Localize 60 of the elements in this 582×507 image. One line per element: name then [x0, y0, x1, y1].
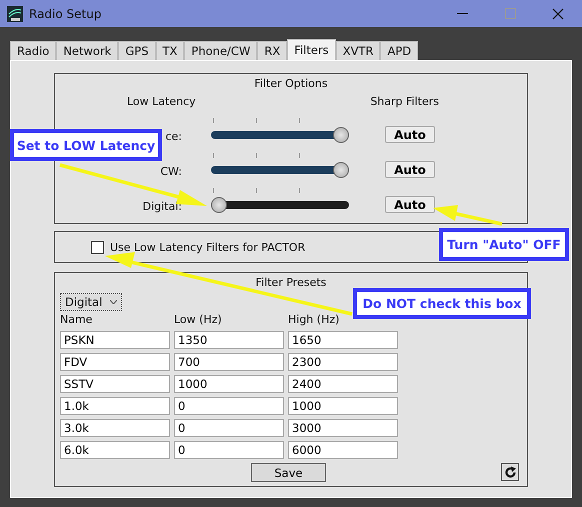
input-field[interactable]: PSKN	[60, 331, 170, 349]
input-field[interactable]: 0	[174, 397, 284, 415]
slider-label: CW:	[159, 165, 182, 178]
input-field[interactable]: 3.0k	[60, 419, 170, 437]
latency-slider[interactable]	[211, 127, 349, 143]
window-title: Radio Setup	[29, 6, 102, 20]
tab[interactable]: Network	[56, 41, 118, 60]
checkbox[interactable]	[91, 240, 104, 254]
latency-slider[interactable]	[211, 162, 349, 178]
refresh-icon[interactable]	[501, 463, 519, 481]
input-field[interactable]: 2300	[288, 353, 398, 371]
input-field[interactable]: 6000	[288, 441, 398, 459]
column-heading: Low (Hz)	[174, 313, 223, 327]
column-heading: Low Latency	[127, 95, 196, 108]
input-field[interactable]: 1.0k	[60, 397, 170, 415]
latency-slider[interactable]	[211, 197, 349, 213]
input-field[interactable]: 6.0k	[60, 441, 170, 459]
callout: Set to LOW Latency	[10, 129, 162, 161]
slider-thumb[interactable]	[211, 197, 227, 213]
arrow	[433, 205, 502, 226]
close-icon[interactable]	[552, 8, 564, 20]
input-field[interactable]: 1000	[174, 375, 284, 393]
auto-button[interactable]: Auto	[385, 126, 435, 143]
callout: Turn "Auto" OFF	[439, 228, 569, 261]
input-field[interactable]: 0	[174, 441, 284, 459]
mode-dropdown[interactable]: Digital	[60, 293, 122, 311]
minimize-icon[interactable]	[456, 12, 468, 14]
input-field[interactable]: 1650	[288, 331, 398, 349]
slider-label: ce:	[164, 130, 182, 143]
column-heading: Sharp Filters	[370, 95, 439, 108]
tab[interactable]: APD	[380, 41, 418, 60]
save-button[interactable]: Save	[251, 463, 326, 482]
input-field[interactable]: 1350	[174, 331, 284, 349]
app-icon	[7, 6, 23, 22]
input-field[interactable]: 700	[174, 353, 284, 371]
input-field[interactable]: 2400	[288, 375, 398, 393]
tab[interactable]: RX	[257, 41, 288, 60]
group-title: Filter Options	[253, 77, 329, 90]
tab[interactable]: Radio	[10, 41, 56, 60]
slider-label: Digital:	[142, 200, 182, 213]
input-field[interactable]: 3000	[288, 419, 398, 437]
tab[interactable]: GPS	[118, 41, 156, 60]
group-title: Filter Presets	[254, 276, 328, 289]
tab[interactable]: XVTR	[336, 41, 380, 60]
checkbox-label: Use Low Latency Filters for PACTOR	[110, 240, 306, 254]
slider-thumb[interactable]	[333, 162, 349, 178]
callout: Do NOT check this box	[353, 288, 531, 319]
slider-thumb[interactable]	[333, 127, 349, 143]
input-field[interactable]: SSTV	[60, 375, 170, 393]
tab[interactable]: Filters	[287, 39, 336, 60]
column-heading: High (Hz)	[288, 313, 340, 327]
tab[interactable]: Phone/CW	[184, 41, 258, 60]
input-field[interactable]: FDV	[60, 353, 170, 371]
input-field[interactable]: 1000	[288, 397, 398, 415]
input-field[interactable]: 0	[174, 419, 284, 437]
caret-icon	[110, 300, 118, 304]
column-heading: Name	[60, 313, 94, 327]
auto-button[interactable]: Auto	[385, 196, 435, 213]
auto-button[interactable]: Auto	[385, 161, 435, 178]
tab[interactable]: TX	[156, 41, 184, 60]
